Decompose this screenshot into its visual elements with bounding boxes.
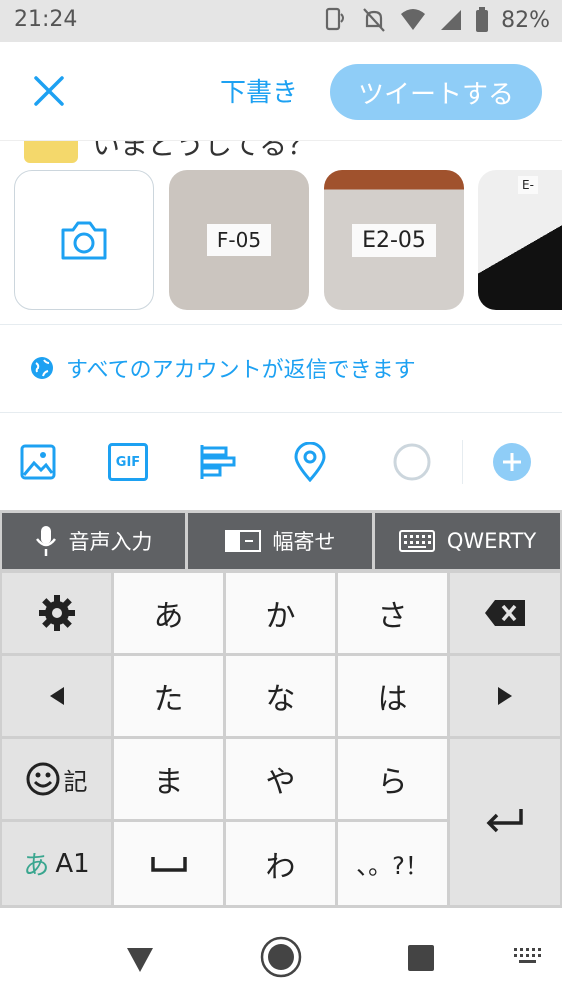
enter-key[interactable] bbox=[450, 739, 560, 905]
media-strip: F-05 E2-05 E- bbox=[0, 168, 562, 312]
home-circle-icon[interactable] bbox=[260, 936, 302, 978]
gif-button[interactable]: GIF bbox=[108, 442, 148, 482]
cursor-right-key[interactable] bbox=[450, 656, 560, 736]
photo-thumbnail-3[interactable]: E- bbox=[478, 170, 562, 310]
image-icon bbox=[20, 444, 56, 480]
plus-icon bbox=[493, 443, 531, 481]
location-pin-icon bbox=[294, 442, 326, 482]
poll-button[interactable] bbox=[198, 442, 238, 482]
gif-icon: GIF bbox=[108, 443, 148, 481]
key-ra[interactable]: ら bbox=[338, 739, 447, 819]
compose-input[interactable]: いまどうしてる？ bbox=[92, 141, 315, 163]
signal-icon bbox=[441, 10, 462, 30]
camera-icon bbox=[61, 221, 107, 260]
keyboard-top-bar: 音声入力 幅寄せ QWERTY bbox=[0, 510, 562, 570]
back-triangle-icon[interactable] bbox=[125, 946, 155, 974]
drafts-button[interactable]: 下書き bbox=[220, 72, 298, 109]
key-ya[interactable]: や bbox=[226, 739, 335, 819]
divider bbox=[0, 324, 562, 325]
smiley-icon bbox=[26, 762, 59, 796]
mute-icon bbox=[363, 8, 385, 32]
qwerty-button[interactable]: QWERTY bbox=[375, 513, 560, 569]
avatar bbox=[24, 141, 78, 163]
photo-thumbnail-1[interactable]: F-05 bbox=[169, 170, 309, 310]
gear-icon bbox=[38, 595, 75, 631]
width-shift-button[interactable]: 幅寄せ bbox=[188, 513, 372, 569]
battery-icon bbox=[476, 7, 489, 32]
image-button[interactable] bbox=[18, 442, 58, 482]
close-icon[interactable] bbox=[30, 72, 68, 110]
photo-label: E- bbox=[518, 176, 538, 194]
width-shift-label: 幅寄せ bbox=[272, 530, 336, 554]
settings-key[interactable] bbox=[2, 573, 111, 653]
key-ha[interactable]: は bbox=[338, 656, 447, 736]
wifi-icon bbox=[401, 9, 426, 30]
tweet-button[interactable]: ツイートする bbox=[330, 64, 542, 120]
emoji-symbol-key[interactable]: 記 bbox=[2, 739, 111, 819]
mode-alnum-label: A1 bbox=[55, 848, 90, 879]
key-na[interactable]: な bbox=[226, 656, 335, 736]
voice-input-label: 音声入力 bbox=[68, 530, 153, 554]
status-icons: 82% bbox=[321, 6, 550, 34]
camera-button[interactable] bbox=[14, 170, 154, 310]
char-count-indicator bbox=[392, 442, 432, 482]
globe-icon bbox=[31, 357, 53, 379]
photo-thumbnail-2[interactable]: E2-05 bbox=[324, 170, 464, 310]
backspace-key[interactable] bbox=[450, 573, 560, 653]
input-mode-key[interactable]: あ A1 bbox=[2, 822, 111, 905]
microphone-icon bbox=[35, 526, 56, 556]
progress-circle-icon bbox=[393, 443, 431, 481]
key-ka[interactable]: か bbox=[226, 573, 335, 653]
key-ta[interactable]: た bbox=[114, 656, 223, 736]
nfc-icon bbox=[325, 7, 345, 31]
add-tweet-button[interactable] bbox=[492, 442, 532, 482]
space-icon bbox=[150, 856, 187, 872]
flick-keyboard: あ か さ た な は 記 ま や ら あ A1 わ 、。?！ bbox=[0, 570, 562, 908]
voice-input-button[interactable]: 音声入力 bbox=[2, 513, 185, 569]
key-a[interactable]: あ bbox=[114, 573, 223, 653]
qwerty-label: QWERTY bbox=[446, 529, 537, 553]
divider bbox=[0, 412, 562, 413]
mode-hiragana-label: あ bbox=[23, 851, 50, 881]
compose-area[interactable]: いまどうしてる？ bbox=[0, 140, 562, 163]
key-ma[interactable]: ま bbox=[114, 739, 223, 819]
status-time: 21:24 bbox=[14, 7, 78, 32]
reply-setting-label: すべてのアカウントが返信できます bbox=[66, 358, 416, 383]
toolbar-divider bbox=[462, 440, 463, 484]
width-shift-icon bbox=[224, 530, 261, 552]
keyboard-switch-icon[interactable] bbox=[512, 946, 542, 966]
key-punctuation[interactable]: 、。?！ bbox=[338, 822, 447, 905]
keyboard-icon bbox=[398, 530, 435, 552]
poll-icon bbox=[200, 445, 236, 479]
arrow-right-icon bbox=[498, 687, 512, 705]
symbol-label: 記 bbox=[63, 767, 88, 796]
photo-label: F-05 bbox=[206, 224, 272, 256]
recents-square-icon[interactable] bbox=[407, 944, 435, 972]
compose-header: 下書き ツイートする bbox=[0, 42, 562, 140]
system-nav-bar bbox=[0, 908, 562, 999]
key-sa[interactable]: さ bbox=[338, 573, 447, 653]
reply-setting[interactable]: すべてのアカウントが返信できます bbox=[30, 352, 416, 384]
battery-percent: 82% bbox=[501, 7, 550, 33]
key-wa[interactable]: わ bbox=[226, 822, 335, 905]
backspace-icon bbox=[485, 600, 525, 626]
cursor-left-key[interactable] bbox=[2, 656, 111, 736]
space-key[interactable] bbox=[114, 822, 223, 905]
compose-toolbar: GIF bbox=[0, 432, 562, 492]
photo-label: E2-05 bbox=[352, 223, 436, 257]
enter-icon bbox=[486, 809, 523, 833]
arrow-left-icon bbox=[49, 687, 64, 705]
status-bar: 21:24 82% bbox=[0, 0, 562, 42]
location-button[interactable] bbox=[290, 442, 330, 482]
